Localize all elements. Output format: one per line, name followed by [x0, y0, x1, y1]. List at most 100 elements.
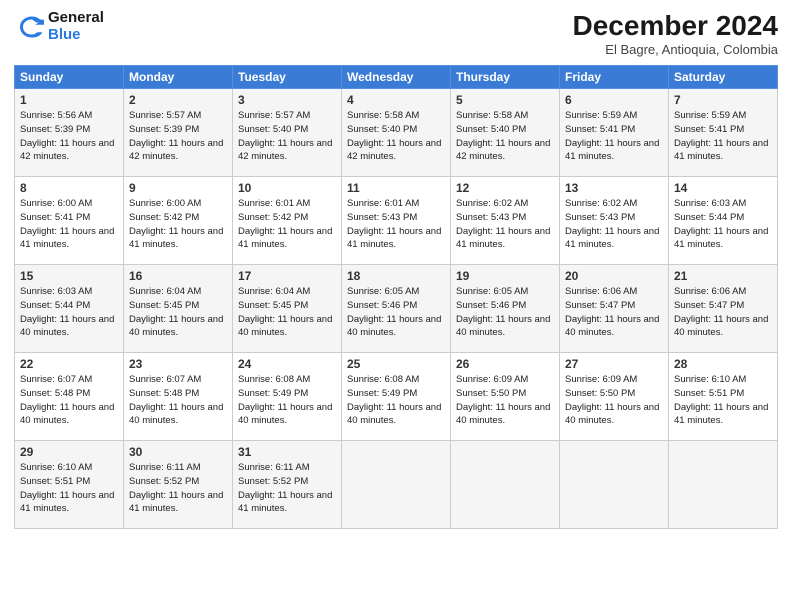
day-info: Sunrise: 6:01 AMSunset: 5:42 PMDaylight:…: [238, 198, 332, 250]
day-info: Sunrise: 5:58 AMSunset: 5:40 PMDaylight:…: [456, 110, 550, 162]
calendar-cell: 1 Sunrise: 5:56 AMSunset: 5:39 PMDayligh…: [15, 89, 124, 177]
calendar-cell: 26 Sunrise: 6:09 AMSunset: 5:50 PMDaylig…: [451, 353, 560, 441]
calendar-cell: 6 Sunrise: 5:59 AMSunset: 5:41 PMDayligh…: [560, 89, 669, 177]
calendar-cell: 9 Sunrise: 6:00 AMSunset: 5:42 PMDayligh…: [124, 177, 233, 265]
col-wednesday: Wednesday: [342, 66, 451, 89]
calendar-cell: 18 Sunrise: 6:05 AMSunset: 5:46 PMDaylig…: [342, 265, 451, 353]
day-info: Sunrise: 6:07 AMSunset: 5:48 PMDaylight:…: [129, 374, 223, 426]
calendar-cell: 22 Sunrise: 6:07 AMSunset: 5:48 PMDaylig…: [15, 353, 124, 441]
calendar-cell: 31 Sunrise: 6:11 AMSunset: 5:52 PMDaylig…: [233, 441, 342, 529]
day-number: 6: [565, 93, 663, 107]
calendar-cell: 8 Sunrise: 6:00 AMSunset: 5:41 PMDayligh…: [15, 177, 124, 265]
day-info: Sunrise: 6:04 AMSunset: 5:45 PMDaylight:…: [238, 286, 332, 338]
day-number: 13: [565, 181, 663, 195]
day-number: 31: [238, 445, 336, 459]
day-number: 7: [674, 93, 772, 107]
calendar-cell: 25 Sunrise: 6:08 AMSunset: 5:49 PMDaylig…: [342, 353, 451, 441]
day-number: 18: [347, 269, 445, 283]
day-info: Sunrise: 6:03 AMSunset: 5:44 PMDaylight:…: [20, 286, 114, 338]
calendar-cell: 19 Sunrise: 6:05 AMSunset: 5:46 PMDaylig…: [451, 265, 560, 353]
calendar-cell: 29 Sunrise: 6:10 AMSunset: 5:51 PMDaylig…: [15, 441, 124, 529]
main-title: December 2024: [573, 10, 778, 42]
logo-general: General: [48, 10, 104, 27]
calendar-cell: 10 Sunrise: 6:01 AMSunset: 5:42 PMDaylig…: [233, 177, 342, 265]
day-number: 25: [347, 357, 445, 371]
calendar-cell: 13 Sunrise: 6:02 AMSunset: 5:43 PMDaylig…: [560, 177, 669, 265]
calendar-table: Sunday Monday Tuesday Wednesday Thursday…: [14, 65, 778, 529]
day-info: Sunrise: 6:07 AMSunset: 5:48 PMDaylight:…: [20, 374, 114, 426]
day-info: Sunrise: 6:03 AMSunset: 5:44 PMDaylight:…: [674, 198, 768, 250]
day-number: 8: [20, 181, 118, 195]
col-monday: Monday: [124, 66, 233, 89]
day-info: Sunrise: 6:02 AMSunset: 5:43 PMDaylight:…: [565, 198, 659, 250]
calendar-cell: 7 Sunrise: 5:59 AMSunset: 5:41 PMDayligh…: [669, 89, 778, 177]
calendar-cell: [560, 441, 669, 529]
calendar-cell: 3 Sunrise: 5:57 AMSunset: 5:40 PMDayligh…: [233, 89, 342, 177]
day-number: 11: [347, 181, 445, 195]
day-info: Sunrise: 5:58 AMSunset: 5:40 PMDaylight:…: [347, 110, 441, 162]
calendar-cell: 21 Sunrise: 6:06 AMSunset: 5:47 PMDaylig…: [669, 265, 778, 353]
col-friday: Friday: [560, 66, 669, 89]
day-info: Sunrise: 6:04 AMSunset: 5:45 PMDaylight:…: [129, 286, 223, 338]
day-number: 15: [20, 269, 118, 283]
calendar-cell: 24 Sunrise: 6:08 AMSunset: 5:49 PMDaylig…: [233, 353, 342, 441]
day-number: 1: [20, 93, 118, 107]
day-number: 12: [456, 181, 554, 195]
calendar-cell: 12 Sunrise: 6:02 AMSunset: 5:43 PMDaylig…: [451, 177, 560, 265]
day-number: 23: [129, 357, 227, 371]
calendar-cell: 11 Sunrise: 6:01 AMSunset: 5:43 PMDaylig…: [342, 177, 451, 265]
day-number: 24: [238, 357, 336, 371]
day-number: 2: [129, 93, 227, 107]
calendar-week-5: 29 Sunrise: 6:10 AMSunset: 5:51 PMDaylig…: [15, 441, 778, 529]
logo: General Blue: [14, 10, 104, 43]
day-number: 4: [347, 93, 445, 107]
calendar-cell: 23 Sunrise: 6:07 AMSunset: 5:48 PMDaylig…: [124, 353, 233, 441]
day-info: Sunrise: 5:59 AMSunset: 5:41 PMDaylight:…: [674, 110, 768, 162]
calendar-week-1: 1 Sunrise: 5:56 AMSunset: 5:39 PMDayligh…: [15, 89, 778, 177]
calendar-cell: 17 Sunrise: 6:04 AMSunset: 5:45 PMDaylig…: [233, 265, 342, 353]
day-info: Sunrise: 5:56 AMSunset: 5:39 PMDaylight:…: [20, 110, 114, 162]
day-number: 16: [129, 269, 227, 283]
day-number: 21: [674, 269, 772, 283]
day-info: Sunrise: 6:10 AMSunset: 5:51 PMDaylight:…: [674, 374, 768, 426]
calendar-cell: 2 Sunrise: 5:57 AMSunset: 5:39 PMDayligh…: [124, 89, 233, 177]
day-info: Sunrise: 6:11 AMSunset: 5:52 PMDaylight:…: [238, 462, 332, 514]
calendar-cell: [669, 441, 778, 529]
day-info: Sunrise: 5:57 AMSunset: 5:39 PMDaylight:…: [129, 110, 223, 162]
day-info: Sunrise: 6:08 AMSunset: 5:49 PMDaylight:…: [238, 374, 332, 426]
day-info: Sunrise: 6:09 AMSunset: 5:50 PMDaylight:…: [456, 374, 550, 426]
calendar-cell: 27 Sunrise: 6:09 AMSunset: 5:50 PMDaylig…: [560, 353, 669, 441]
day-number: 14: [674, 181, 772, 195]
calendar-cell: 28 Sunrise: 6:10 AMSunset: 5:51 PMDaylig…: [669, 353, 778, 441]
day-info: Sunrise: 5:57 AMSunset: 5:40 PMDaylight:…: [238, 110, 332, 162]
title-section: December 2024 El Bagre, Antioquia, Colom…: [573, 10, 778, 57]
day-number: 28: [674, 357, 772, 371]
day-number: 27: [565, 357, 663, 371]
logo-icon: [14, 12, 44, 42]
day-info: Sunrise: 6:05 AMSunset: 5:46 PMDaylight:…: [456, 286, 550, 338]
day-info: Sunrise: 6:01 AMSunset: 5:43 PMDaylight:…: [347, 198, 441, 250]
calendar-cell: 20 Sunrise: 6:06 AMSunset: 5:47 PMDaylig…: [560, 265, 669, 353]
calendar-cell: [451, 441, 560, 529]
logo-blue: Blue: [48, 27, 104, 44]
calendar-header-row: Sunday Monday Tuesday Wednesday Thursday…: [15, 66, 778, 89]
calendar-cell: [342, 441, 451, 529]
calendar-cell: 30 Sunrise: 6:11 AMSunset: 5:52 PMDaylig…: [124, 441, 233, 529]
col-tuesday: Tuesday: [233, 66, 342, 89]
subtitle: El Bagre, Antioquia, Colombia: [573, 42, 778, 57]
calendar-week-4: 22 Sunrise: 6:07 AMSunset: 5:48 PMDaylig…: [15, 353, 778, 441]
day-number: 10: [238, 181, 336, 195]
day-info: Sunrise: 6:00 AMSunset: 5:42 PMDaylight:…: [129, 198, 223, 250]
calendar-week-3: 15 Sunrise: 6:03 AMSunset: 5:44 PMDaylig…: [15, 265, 778, 353]
day-number: 29: [20, 445, 118, 459]
calendar-cell: 14 Sunrise: 6:03 AMSunset: 5:44 PMDaylig…: [669, 177, 778, 265]
day-number: 22: [20, 357, 118, 371]
calendar-cell: 15 Sunrise: 6:03 AMSunset: 5:44 PMDaylig…: [15, 265, 124, 353]
day-info: Sunrise: 6:10 AMSunset: 5:51 PMDaylight:…: [20, 462, 114, 514]
col-thursday: Thursday: [451, 66, 560, 89]
logo-text: General Blue: [48, 10, 104, 43]
col-sunday: Sunday: [15, 66, 124, 89]
day-info: Sunrise: 5:59 AMSunset: 5:41 PMDaylight:…: [565, 110, 659, 162]
day-info: Sunrise: 6:06 AMSunset: 5:47 PMDaylight:…: [565, 286, 659, 338]
header: General Blue December 2024 El Bagre, Ant…: [14, 10, 778, 57]
